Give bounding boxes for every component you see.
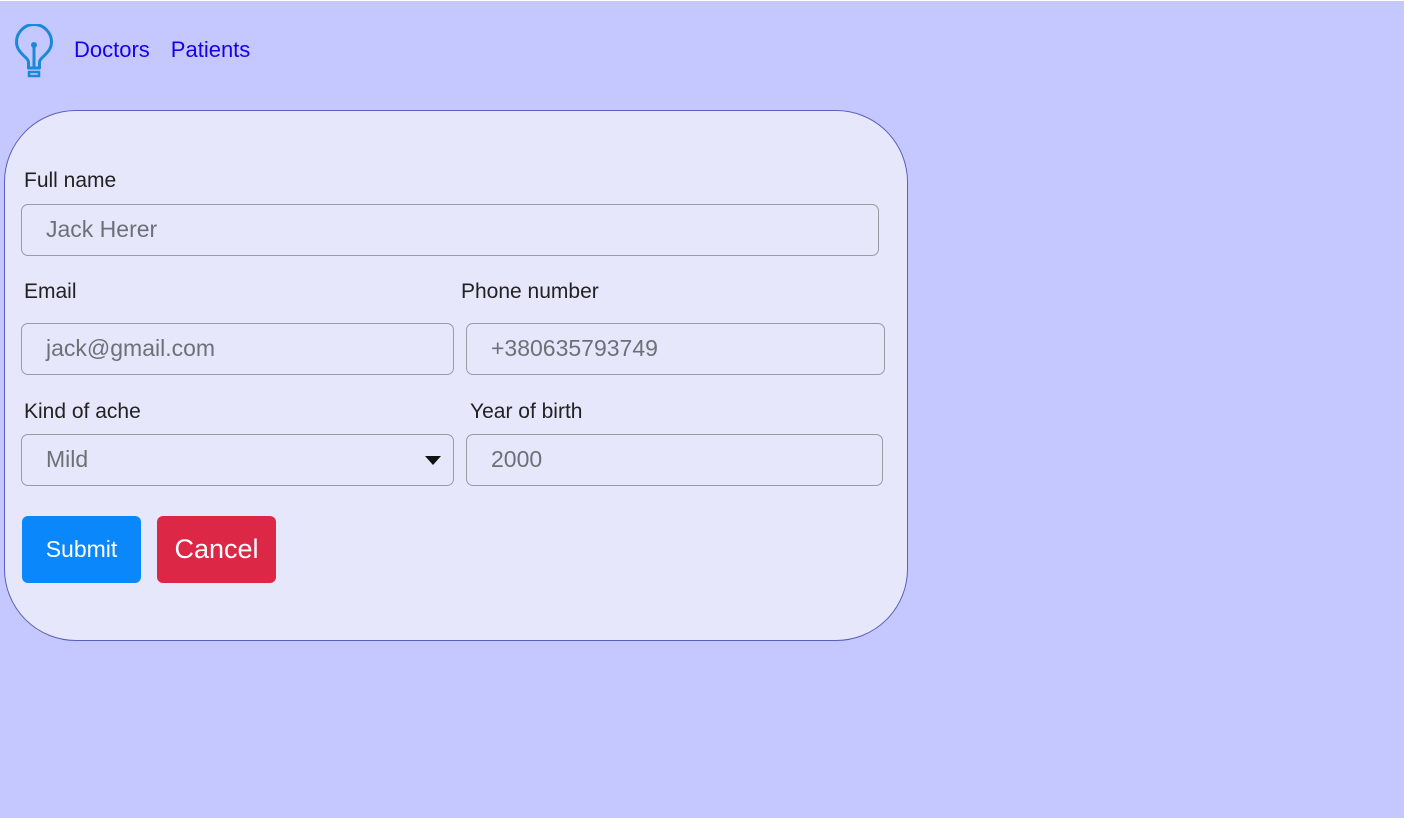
phone-input[interactable]: +380635793749 <box>466 323 885 375</box>
caret-down-icon <box>425 456 441 465</box>
birth-year-input[interactable]: 2000 <box>466 434 883 486</box>
full-name-label: Full name <box>24 169 117 192</box>
lightbulb-icon[interactable] <box>12 24 56 80</box>
ache-select-value: Mild <box>46 446 89 472</box>
submit-button[interactable]: Submit <box>22 516 141 583</box>
cancel-button[interactable]: Cancel <box>157 516 276 583</box>
full-name-input[interactable]: Jack Herer <box>21 204 879 256</box>
email-input[interactable]: jack@gmail.com <box>21 323 454 375</box>
email-label: Email <box>24 280 77 303</box>
nav-link-patients[interactable]: Patients <box>171 37 251 63</box>
ache-select[interactable]: Mild <box>21 434 454 486</box>
top-border <box>0 0 1404 1</box>
nav-link-doctors[interactable]: Doctors <box>74 37 150 63</box>
patient-form-card: Full name Jack Herer Email Phone number … <box>4 110 908 641</box>
birth-year-label: Year of birth <box>470 400 583 423</box>
ache-label: Kind of ache <box>24 400 141 423</box>
page: Doctors Patients Full name Jack Herer Em… <box>0 0 1404 819</box>
top-nav: Doctors Patients <box>12 24 250 80</box>
phone-label: Phone number <box>461 280 599 303</box>
